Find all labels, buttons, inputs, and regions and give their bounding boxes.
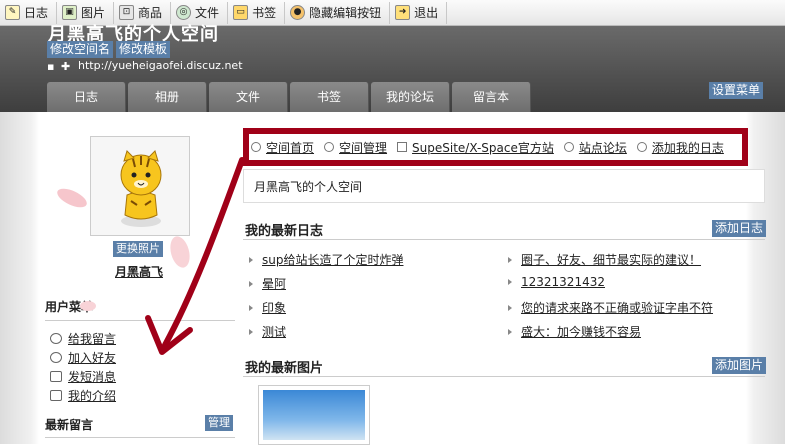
space-name-panel: 月黑高飞的个人空间 <box>243 169 765 203</box>
user-icon: ● <box>290 5 306 20</box>
envelope-icon <box>50 371 62 382</box>
main-content: 空间首页 空间管理 SupeSite/X-Space官方站 站点论坛 添加我的日… <box>243 120 768 445</box>
edit-icon: ✎ <box>5 5 20 20</box>
username-link[interactable]: 月黑高飞 <box>115 263 163 280</box>
bookmark-icon[interactable]: ▪ <box>47 60 54 73</box>
quick-nav-bar: 空间首页 空间管理 SupeSite/X-Space官方站 站点论坛 添加我的日… <box>243 128 748 166</box>
manage-icon <box>324 142 335 152</box>
bullet-icon <box>508 279 512 285</box>
latest-photos-title: 我的最新图片 <box>245 361 324 376</box>
list-item[interactable]: 您的请求来路不正确或验证字串不符 <box>508 299 713 316</box>
exit-icon: ➜ <box>395 5 411 20</box>
add-post-button[interactable]: 添加日志 <box>711 220 766 237</box>
edit-space-name-button[interactable]: 修改空间名 <box>47 41 114 58</box>
toolbar-hide-edit-button[interactable]: ● 隐藏编辑按钮 <box>285 1 391 24</box>
tab-my-forum[interactable]: 我的论坛 <box>371 82 450 112</box>
bullet-icon <box>249 280 253 287</box>
nav-space-home[interactable]: 空间首页 <box>251 139 314 156</box>
bullet-icon <box>508 328 512 335</box>
leave-message-link[interactable]: 给我留言 <box>50 330 116 347</box>
photo-image <box>263 390 365 440</box>
bullet-icon <box>508 256 512 263</box>
comment-icon <box>50 333 62 344</box>
list-item[interactable]: sup给站长造了个定时炸弹 <box>249 251 403 268</box>
bullet-icon <box>249 304 253 311</box>
toolbar-logout-button[interactable]: ➜ 退出 <box>390 1 448 24</box>
tab-blog[interactable]: 日志 <box>47 82 126 112</box>
space-header: 月黑高飞的个人空间 修改空间名 修改模板 ▪ ✚ http://yueheiga… <box>0 24 785 112</box>
user-menu-title: 用户菜单 <box>45 298 235 321</box>
plus-icon[interactable]: ✚ <box>61 60 70 73</box>
globe-icon: ◎ <box>176 5 192 20</box>
list-item[interactable]: 晕阿 <box>249 275 286 292</box>
bullet-icon <box>508 304 512 311</box>
section-divider <box>243 376 765 377</box>
user-icon <box>251 142 261 152</box>
list-item[interactable]: 12321321432 <box>508 275 605 289</box>
tab-guestbook[interactable]: 留言本 <box>452 82 531 112</box>
my-profile-link[interactable]: 我的介绍 <box>50 387 116 404</box>
change-photo-button[interactable]: 更换照片 <box>113 241 163 257</box>
tiger-avatar-icon <box>120 150 162 227</box>
nav-space-manage[interactable]: 空间管理 <box>324 139 387 156</box>
toolbar-bookmark-button[interactable]: ▭ 书签 <box>228 1 286 24</box>
space-url[interactable]: http://yueheigaofei.discuz.net <box>78 59 243 72</box>
bullet-icon <box>249 256 253 263</box>
main-tabs: 日志 相册 文件 书签 我的论坛 留言本 <box>47 82 533 112</box>
latest-posts-title: 我的最新日志 <box>245 224 324 239</box>
folder-icon: ▭ <box>233 5 249 20</box>
photo-thumbnail[interactable] <box>258 385 370 445</box>
tab-bookmarks[interactable]: 书签 <box>290 82 369 112</box>
nav-add-blog[interactable]: 添加我的日志 <box>636 139 724 156</box>
list-item[interactable]: 圈子、好友、细节最实际的建议！ <box>508 251 701 268</box>
settings-menu-button[interactable]: 设置菜单 <box>708 82 763 99</box>
add-friend-link[interactable]: 加入好友 <box>50 349 116 366</box>
edit-template-button[interactable]: 修改模板 <box>116 41 171 58</box>
section-divider <box>243 239 765 240</box>
image-icon: ▣ <box>62 5 78 20</box>
add-user-icon <box>50 352 62 363</box>
bullet-icon <box>249 328 253 335</box>
home-icon <box>397 142 408 152</box>
pencil-icon <box>636 142 647 152</box>
left-sidebar: 更换照片 月黑高飞 用户菜单 给我留言 加入好友 发短消息 我的介绍 最新留言 … <box>38 120 238 444</box>
list-item[interactable]: 盛大：加今赚钱不容易 <box>508 323 641 340</box>
add-photo-button[interactable]: 添加图片 <box>711 357 766 374</box>
cart-icon: ⊡ <box>119 5 135 20</box>
list-item[interactable]: 测试 <box>249 323 286 340</box>
send-message-link[interactable]: 发短消息 <box>50 368 116 385</box>
comment-icon <box>563 142 574 152</box>
tab-album[interactable]: 相册 <box>128 82 207 112</box>
manage-messages-button[interactable]: 管理 <box>205 415 233 431</box>
id-card-icon <box>50 390 62 401</box>
nav-official-site[interactable]: SupeSite/X-Space官方站 <box>397 139 554 156</box>
tab-files[interactable]: 文件 <box>209 82 288 112</box>
avatar <box>90 136 190 236</box>
nav-site-forum[interactable]: 站点论坛 <box>563 139 627 156</box>
list-item[interactable]: 印象 <box>249 299 286 316</box>
